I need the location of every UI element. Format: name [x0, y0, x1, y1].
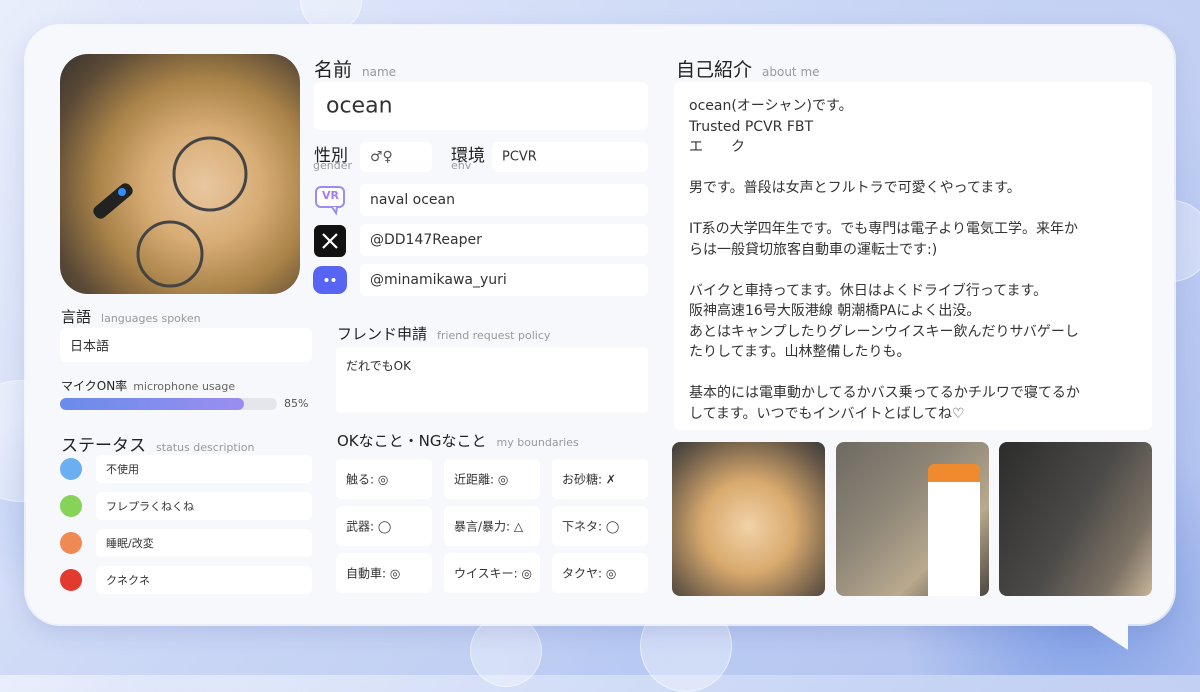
boundaries-label: OKなこと・NGなこと my boundaries [337, 432, 579, 450]
env-sub: env [451, 159, 472, 172]
about-line [689, 363, 1080, 384]
about-label: 自己紹介 about me [676, 59, 820, 81]
vrchat-icon: VR [314, 184, 346, 216]
phone-screen [928, 464, 980, 596]
env-value: PCVR [502, 149, 537, 165]
boundary-item: 近距離: ◎ [444, 459, 540, 499]
boundary-item-text: タクヤ: ◎ [562, 566, 617, 581]
status-item-text: クネクネ [106, 574, 150, 587]
about-line: らは一般貸切旅客自動車の運転士です:) [689, 241, 938, 258]
bokeh-circle [470, 615, 542, 687]
photo-thumbnail [672, 442, 825, 596]
friend-value: だれでもOK [346, 359, 411, 373]
boundary-item-text: 触る: ◎ [346, 472, 389, 487]
x-icon [314, 225, 346, 257]
mic-percent: 85% [284, 397, 309, 410]
about-line [689, 260, 1080, 281]
status-color-dot [60, 458, 82, 480]
languages-field: 日本語 [60, 328, 312, 362]
discord-field: @minamikawa_yuri [360, 264, 648, 296]
boundary-item: 触る: ◎ [336, 459, 432, 499]
gender-sub: gender [313, 159, 352, 172]
boundary-item: 武器: ◯ [336, 506, 432, 546]
gender-field: ♂♀ [360, 142, 432, 172]
x-field: @DD147Reaper [360, 224, 648, 256]
boundary-item-text: 下ネタ: ◯ [562, 519, 620, 534]
status-item-text: フレプラくねくね [106, 500, 194, 513]
languages-value: 日本語 [70, 339, 110, 355]
x-value: @DD147Reaper [370, 232, 482, 248]
status-item-text: 不使用 [106, 463, 139, 476]
boundary-item-text: 自動車: ◎ [346, 566, 401, 581]
speech-bubble-tail [1052, 600, 1128, 650]
about-line: エ ク [689, 139, 745, 155]
boundary-item: 下ネタ: ◯ [552, 506, 648, 546]
mic-progress-fill [60, 398, 245, 410]
friend-label: フレンド申請 friend request policy [337, 325, 551, 343]
name-value: ocean [326, 93, 393, 119]
mic-progress-bar [60, 398, 277, 410]
status-item-text: 睡眠/改変 [106, 537, 154, 550]
boundary-item: 暴言/暴力: △ [444, 506, 540, 546]
boundary-item-text: ウイスキー: ◎ [454, 566, 532, 581]
about-line: IT系の大学四年生です。でも専門は電子より電気工学。来年か [689, 221, 1078, 237]
discord-value: @minamikawa_yuri [370, 272, 507, 288]
boundary-item-text: 近距離: ◎ [454, 472, 509, 487]
boundary-item: 自動車: ◎ [336, 553, 432, 593]
status-item: フレプラくねくね [96, 492, 312, 520]
boundary-item-text: 暴言/暴力: △ [454, 519, 524, 534]
languages-label: 言語 languages spoken [61, 308, 201, 326]
vrchat-icon-text: VR [322, 189, 339, 202]
about-line: たりしてます。山林整備したりも。 [689, 344, 911, 360]
boundary-item: お砂糖: ✗ [552, 459, 648, 499]
about-field: ocean(オーシャン)です。 Trusted PCVR FBT エ ク男です。普段… [674, 82, 1152, 430]
about-line: 基本的には電車動かしてるかバス乗ってるかチルワで寝てるか [689, 385, 1080, 401]
about-line [689, 158, 1080, 179]
photo-thumbnail [836, 442, 989, 596]
avatar-glasses [93, 136, 248, 288]
about-line: バイクと車持ってます。休日はよくドライブ行ってます。 [689, 282, 1048, 299]
friend-field: だれでもOK [336, 347, 648, 413]
status-item: 不使用 [96, 455, 312, 483]
about-text: ocean(オーシャン)です。 Trusted PCVR FBT エ ク男です。普段… [689, 96, 1080, 424]
about-line: 阪神高速16号大阪港線 朝潮橋PAによく出没。 [689, 303, 981, 319]
status-item: クネクネ [96, 566, 312, 594]
about-line: 男です。普段は女声とフルトラで可愛くやってます。 [689, 180, 1021, 196]
name-field: ocean [314, 82, 648, 130]
about-line [689, 199, 1080, 220]
photo-thumbnail [999, 442, 1152, 596]
gender-value: ♂♀ [370, 149, 393, 165]
boundary-item: ウイスキー: ◎ [444, 553, 540, 593]
mic-label: マイクON率 microphone usage [61, 379, 236, 393]
about-line: Trusted PCVR FBT [689, 118, 814, 135]
discord-icon [313, 266, 347, 294]
boundary-item-text: お砂糖: ✗ [562, 472, 616, 487]
about-line: ocean(オーシャン)です。 [689, 98, 853, 114]
status-color-dot [60, 495, 82, 517]
status-item: 睡眠/改変 [96, 529, 312, 557]
status-color-dot [60, 569, 82, 591]
about-line: してます。いつでもインバイトとばしてね♡ [689, 405, 965, 422]
status-color-dot [60, 532, 82, 554]
vrchat-field: naval ocean [360, 184, 648, 216]
boundary-item: タクヤ: ◎ [552, 553, 648, 593]
boundary-item-text: 武器: ◯ [346, 519, 392, 534]
avatar [60, 54, 300, 294]
vrchat-value: naval ocean [370, 192, 455, 208]
about-line: あとはキャンプしたりグレーンウイスキー飲んだりサバゲーし [689, 323, 1079, 340]
env-field: PCVR [492, 142, 648, 172]
status-label: ステータス status description [61, 436, 255, 456]
name-label: 名前 name [314, 59, 397, 81]
